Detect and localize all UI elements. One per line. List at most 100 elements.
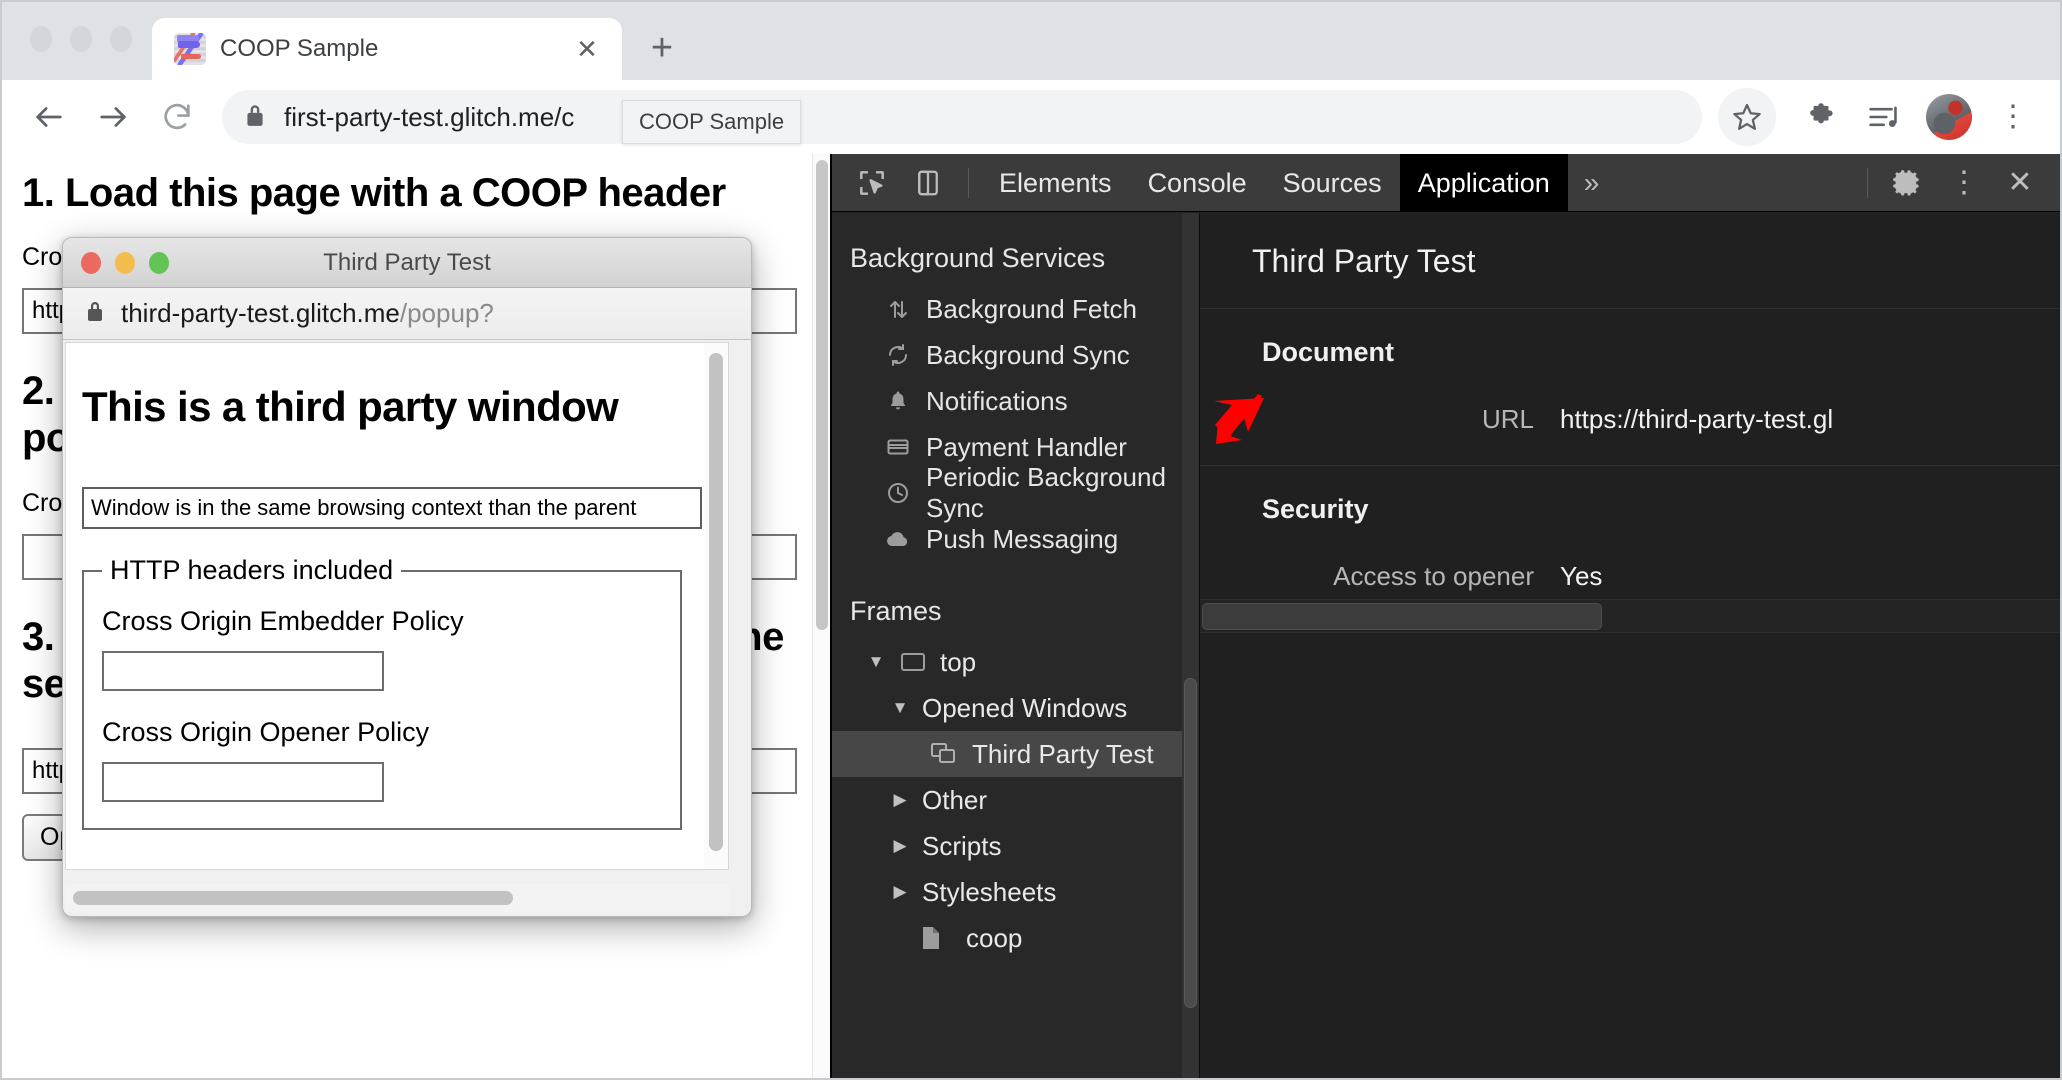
popup-maximize-button[interactable]: [149, 251, 169, 274]
browser-window: COOP Sample ✕ + first-party-test.glitch.…: [0, 0, 2062, 1080]
sidebar-item-periodic-background-sync[interactable]: Periodic Background Sync: [832, 462, 1199, 523]
device-toolbar-icon[interactable]: [900, 159, 956, 207]
frame-row-other[interactable]: ▶ Other: [832, 777, 1199, 823]
third-party-popup-window[interactable]: Third Party Test third-party-test.glitch…: [62, 237, 752, 917]
window-minimize-button[interactable]: [70, 26, 92, 52]
devtools-panel: Elements Console Sources Application » ⋮…: [830, 153, 2060, 1078]
chevron-right-icon[interactable]: ▶: [890, 882, 910, 902]
media-list-icon[interactable]: [1856, 88, 1914, 146]
tab-title: COOP Sample: [220, 35, 379, 62]
extensions-puzzle-icon[interactable]: [1792, 88, 1850, 146]
popup-close-button[interactable]: [81, 251, 101, 274]
clock-icon: [884, 481, 912, 505]
detail-horizontal-scrollbar[interactable]: [1200, 599, 2060, 633]
access-to-opener-key: Access to opener: [1333, 561, 1534, 591]
frame-label: Scripts: [922, 830, 1002, 861]
window-close-button[interactable]: [30, 26, 52, 52]
settings-gear-icon[interactable]: [1880, 159, 1936, 207]
reload-icon[interactable]: [148, 88, 206, 146]
cloud-icon: [884, 527, 912, 551]
new-tab-button[interactable]: +: [634, 20, 690, 76]
chevron-down-icon[interactable]: ▼: [866, 652, 886, 672]
kebab-glyph: ⋮: [1949, 165, 1979, 199]
chevron-right-icon[interactable]: ▶: [890, 790, 910, 810]
tab-sources[interactable]: Sources: [1265, 154, 1400, 212]
access-to-opener-row: Access to opener Yes: [1200, 561, 2060, 592]
frame-label: coop: [966, 922, 1023, 953]
popup-address-bar[interactable]: third-party-test.glitch.me/popup?: [63, 288, 751, 340]
sync-refresh-icon: [884, 343, 912, 367]
more-tabs-icon[interactable]: »: [1568, 154, 1616, 212]
url-key: URL: [1481, 404, 1534, 434]
popup-titlebar[interactable]: Third Party Test: [63, 238, 751, 288]
devtools-kebab-icon[interactable]: ⋮: [1936, 159, 1992, 207]
sidebar-label: Background Fetch: [926, 293, 1138, 324]
address-bar-url: first-party-test.glitch.me/c: [284, 101, 575, 132]
popup-minimize-button[interactable]: [115, 251, 135, 274]
close-icon[interactable]: ✕: [570, 32, 604, 66]
page-vertical-scrollbar[interactable]: [812, 154, 830, 1078]
sidebar-label: Payment Handler: [926, 431, 1127, 462]
frame-row-top[interactable]: ▼ top: [832, 639, 1199, 685]
frame-row-opened-windows[interactable]: ▼ Opened Windows: [832, 685, 1199, 731]
coop-input[interactable]: [102, 762, 384, 802]
glitch-fish-favicon: [174, 33, 206, 65]
frame-row-scripts[interactable]: ▶ Scripts: [832, 823, 1199, 869]
frame-row-third-party-test[interactable]: Third Party Test: [832, 731, 1199, 777]
devtools-close-icon[interactable]: ✕: [1992, 159, 2048, 207]
frame-label: Other: [922, 784, 988, 815]
tab-application[interactable]: Application: [1399, 153, 1568, 212]
sidebar-scrollbar-thumb[interactable]: [1184, 678, 1197, 1008]
devtools-body: Background Services Background Fetch Bac…: [832, 213, 2060, 1078]
devtools-toolbar-right: ⋮ ✕: [1855, 159, 2048, 207]
coep-input[interactable]: [102, 651, 384, 691]
tab-strip: COOP Sample ✕ +: [2, 2, 2060, 80]
popup-url-text: third-party-test.glitch.me/popup?: [121, 298, 494, 329]
popup-viewport: This is a third party window HTTP header…: [65, 342, 729, 870]
frame-details-panel: Third Party Test Document URL https://th…: [1200, 213, 2060, 1078]
inspect-element-icon[interactable]: [844, 159, 900, 207]
popup-vscroll-thumb[interactable]: [709, 353, 723, 851]
tab-elements[interactable]: Elements: [981, 154, 1130, 212]
http-headers-legend: HTTP headers included: [110, 555, 394, 585]
window-maximize-button[interactable]: [110, 26, 132, 52]
sidebar-scrollbar[interactable]: [1182, 213, 1199, 1078]
document-heading: Document: [1262, 337, 1395, 367]
bell-icon: [884, 389, 912, 413]
forward-arrow-icon[interactable]: [84, 88, 142, 146]
tab-hover-tooltip: COOP Sample: [622, 100, 802, 144]
sidebar-label: Push Messaging: [926, 523, 1119, 554]
popup-hscroll-thumb[interactable]: [73, 891, 513, 905]
page-scrollbar-thumb[interactable]: [816, 160, 828, 630]
profile-avatar-button[interactable]: [1920, 88, 1978, 146]
back-arrow-icon[interactable]: [20, 88, 78, 146]
chevron-down-icon[interactable]: ▼: [890, 698, 910, 718]
popup-horizontal-scrollbar[interactable]: [65, 884, 729, 912]
browser-menu-icon[interactable]: ⋮: [1984, 88, 2042, 146]
url-value[interactable]: https://third-party-test.gl: [1560, 404, 1833, 435]
chevron-right-icon[interactable]: ▶: [890, 836, 910, 856]
coep-label: Cross Origin Embedder Policy: [102, 606, 464, 636]
tab-coop-sample[interactable]: COOP Sample ✕: [152, 18, 622, 80]
tab-console[interactable]: Console: [1130, 154, 1265, 212]
bookmark-star-icon[interactable]: [1718, 88, 1776, 146]
frame-details-title: Third Party Test: [1200, 213, 2060, 309]
popup-vertical-scrollbar[interactable]: [704, 343, 728, 869]
sidebar-item-background-fetch[interactable]: Background Fetch: [832, 286, 1199, 332]
document-icon: [918, 925, 944, 951]
sidebar-item-notifications[interactable]: Notifications: [832, 378, 1199, 424]
frame-row-stylesheets[interactable]: ▶ Stylesheets: [832, 869, 1199, 915]
frame-label: Stylesheets: [922, 876, 1057, 907]
sidebar-item-background-sync[interactable]: Background Sync: [832, 332, 1199, 378]
access-to-opener-value: Yes: [1560, 561, 1603, 591]
address-bar[interactable]: first-party-test.glitch.me/c: [222, 90, 1702, 144]
avatar: [1926, 94, 1972, 140]
frame-label: Third Party Test: [972, 738, 1154, 769]
popup-secure-lock-icon: [85, 299, 105, 328]
sidebar-label: Periodic Background Sync: [926, 462, 1166, 523]
frame-row-coop[interactable]: coop: [832, 915, 1199, 961]
detail-scrollbar-thumb[interactable]: [1202, 603, 1602, 630]
browser-toolbar: first-party-test.glitch.me/c ⋮: [2, 80, 2060, 154]
sidebar-content: Background Services Background Fetch Bac…: [832, 213, 1199, 961]
popup-status-input[interactable]: [82, 487, 702, 529]
